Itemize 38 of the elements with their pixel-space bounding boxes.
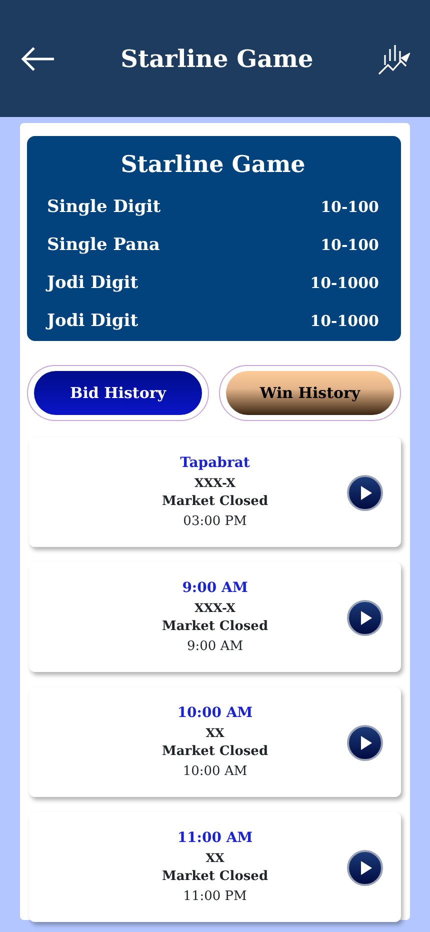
- game-name: Jodi Digit: [47, 310, 138, 333]
- rate-value: 10-100: [320, 235, 379, 256]
- win-history-button[interactable]: Win History: [226, 371, 394, 415]
- market-card[interactable]: 10:00 AM XX Market Closed 10:00 AM: [29, 687, 401, 797]
- market-result: XXX-X: [194, 475, 236, 492]
- market-card[interactable]: 9:00 AM XXX-X Market Closed 9:00 AM: [29, 562, 401, 672]
- market-time: 11:00 PM: [183, 888, 247, 906]
- play-button[interactable]: [347, 600, 383, 636]
- game-name: Single Digit: [47, 196, 161, 219]
- game-name: Jodi Digit: [47, 272, 138, 295]
- market-time: 10:00 AM: [182, 762, 248, 780]
- page-title: Starline Game: [120, 42, 314, 74]
- market-name: 9:00 AM: [182, 579, 248, 598]
- market-card[interactable]: Tapabrat XXX-X Market Closed 03:00 PM: [29, 437, 401, 547]
- market-status: Market Closed: [162, 493, 268, 511]
- back-arrow-icon[interactable]: [20, 44, 56, 72]
- market-time: 03:00 PM: [183, 512, 247, 530]
- rate-value: 10-1000: [310, 311, 379, 332]
- market-name: Tapabrat: [180, 454, 250, 473]
- market-result: XX: [206, 725, 224, 742]
- play-button[interactable]: [347, 475, 383, 511]
- market-name: 10:00 AM: [177, 704, 253, 723]
- market-card[interactable]: 11:00 AM XX Market Closed 11:00 PM: [29, 812, 401, 922]
- chart-icon[interactable]: [378, 42, 410, 74]
- rate-value: 10-1000: [310, 273, 379, 294]
- market-result: XX: [206, 850, 224, 867]
- market-status: Market Closed: [162, 868, 268, 886]
- play-button[interactable]: [347, 850, 383, 886]
- market-time: 9:00 AM: [186, 638, 244, 656]
- card-title: Starline Game: [120, 150, 306, 180]
- game-name: Single Pana: [47, 234, 160, 257]
- market-name: 11:00 AM: [177, 829, 253, 848]
- market-status: Market Closed: [162, 618, 268, 636]
- market-status: Market Closed: [162, 743, 268, 761]
- market-result: XXX-X: [194, 600, 236, 617]
- play-button[interactable]: [347, 725, 383, 761]
- rate-value: 10-100: [320, 197, 379, 218]
- bid-history-button[interactable]: Bid History: [34, 371, 202, 415]
